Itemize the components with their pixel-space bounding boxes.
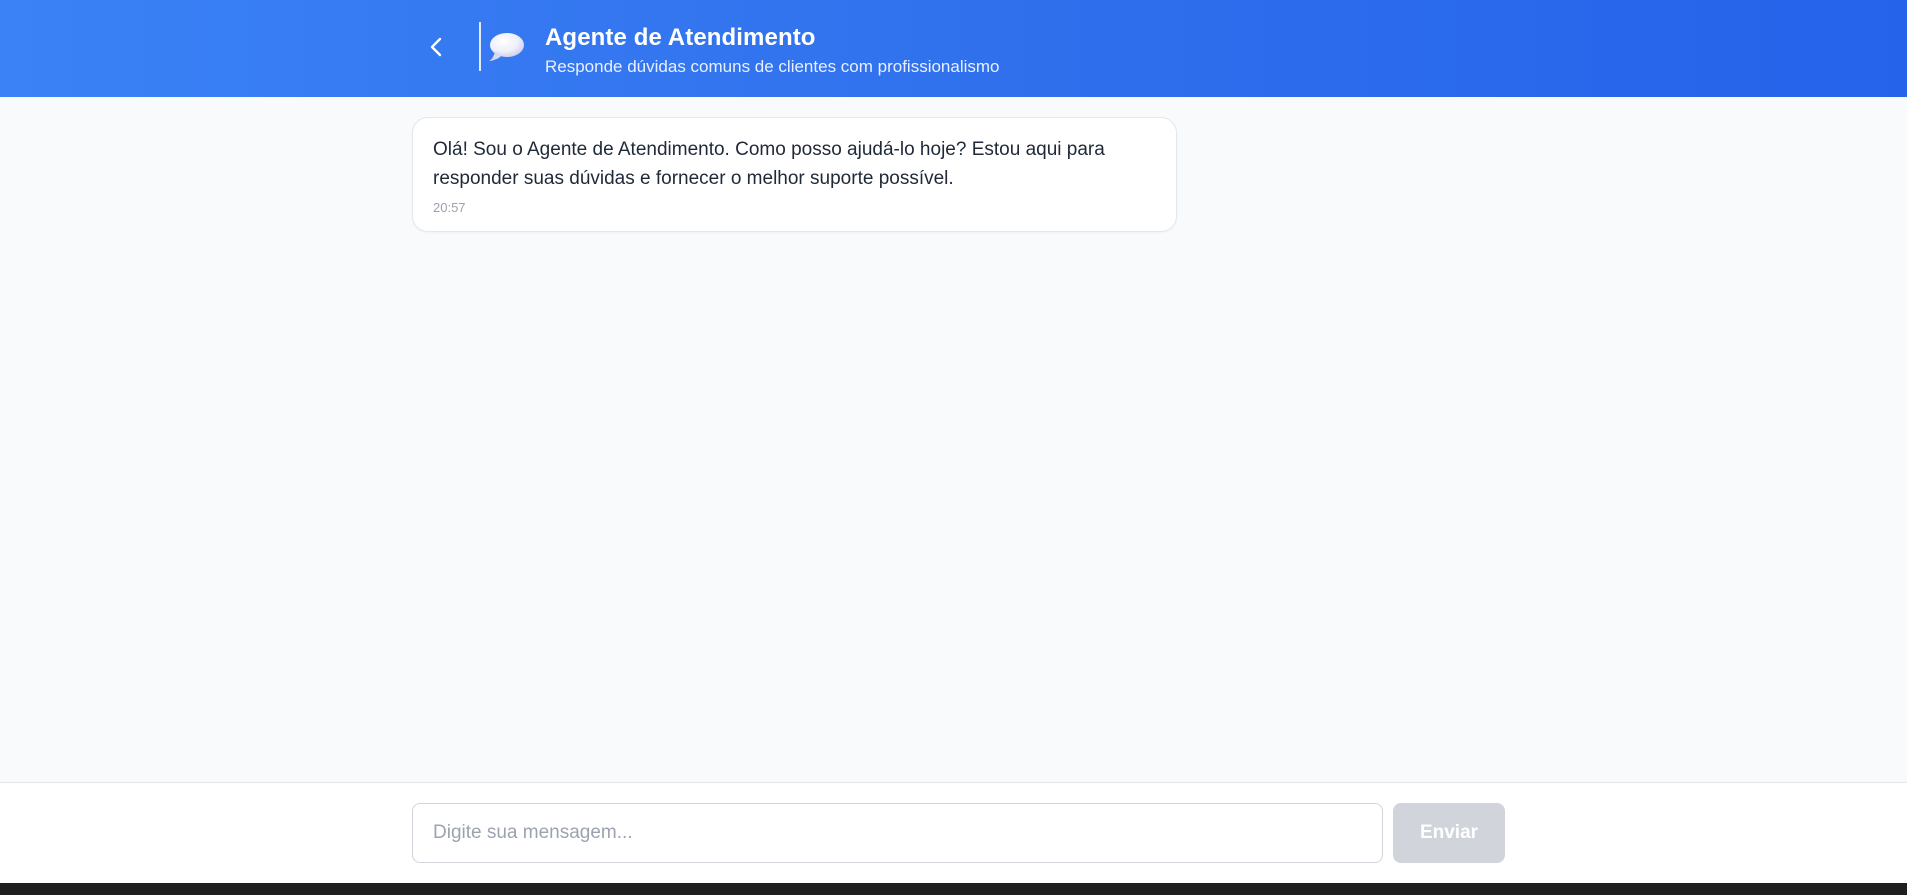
message-timestamp: 20:57 (433, 200, 466, 215)
page-subtitle: Responde dúvidas comuns de clientes com … (545, 57, 1000, 76)
chat-header: Agente de Atendimento Responde dúvidas c… (0, 0, 1907, 97)
message-list: Olá! Sou o Agente de Atendimento. Como p… (0, 97, 1907, 782)
header-text: Agente de Atendimento Responde dúvidas c… (545, 24, 1000, 78)
chevron-left-icon (430, 37, 442, 57)
message-composer: Enviar (0, 782, 1907, 883)
speech-bubble-icon (489, 33, 524, 61)
message-text: Olá! Sou o Agente de Atendimento. Como p… (433, 139, 1105, 189)
agent-message-bubble: Olá! Sou o Agente de Atendimento. Como p… (412, 117, 1177, 232)
header-divider (479, 22, 481, 71)
os-taskbar (0, 883, 1907, 895)
chat-app: Agente de Atendimento Responde dúvidas c… (0, 0, 1907, 895)
send-button[interactable]: Enviar (1393, 803, 1505, 863)
message-input[interactable] (412, 803, 1383, 863)
page-title: Agente de Atendimento (545, 24, 816, 51)
back-button[interactable] (424, 31, 448, 63)
